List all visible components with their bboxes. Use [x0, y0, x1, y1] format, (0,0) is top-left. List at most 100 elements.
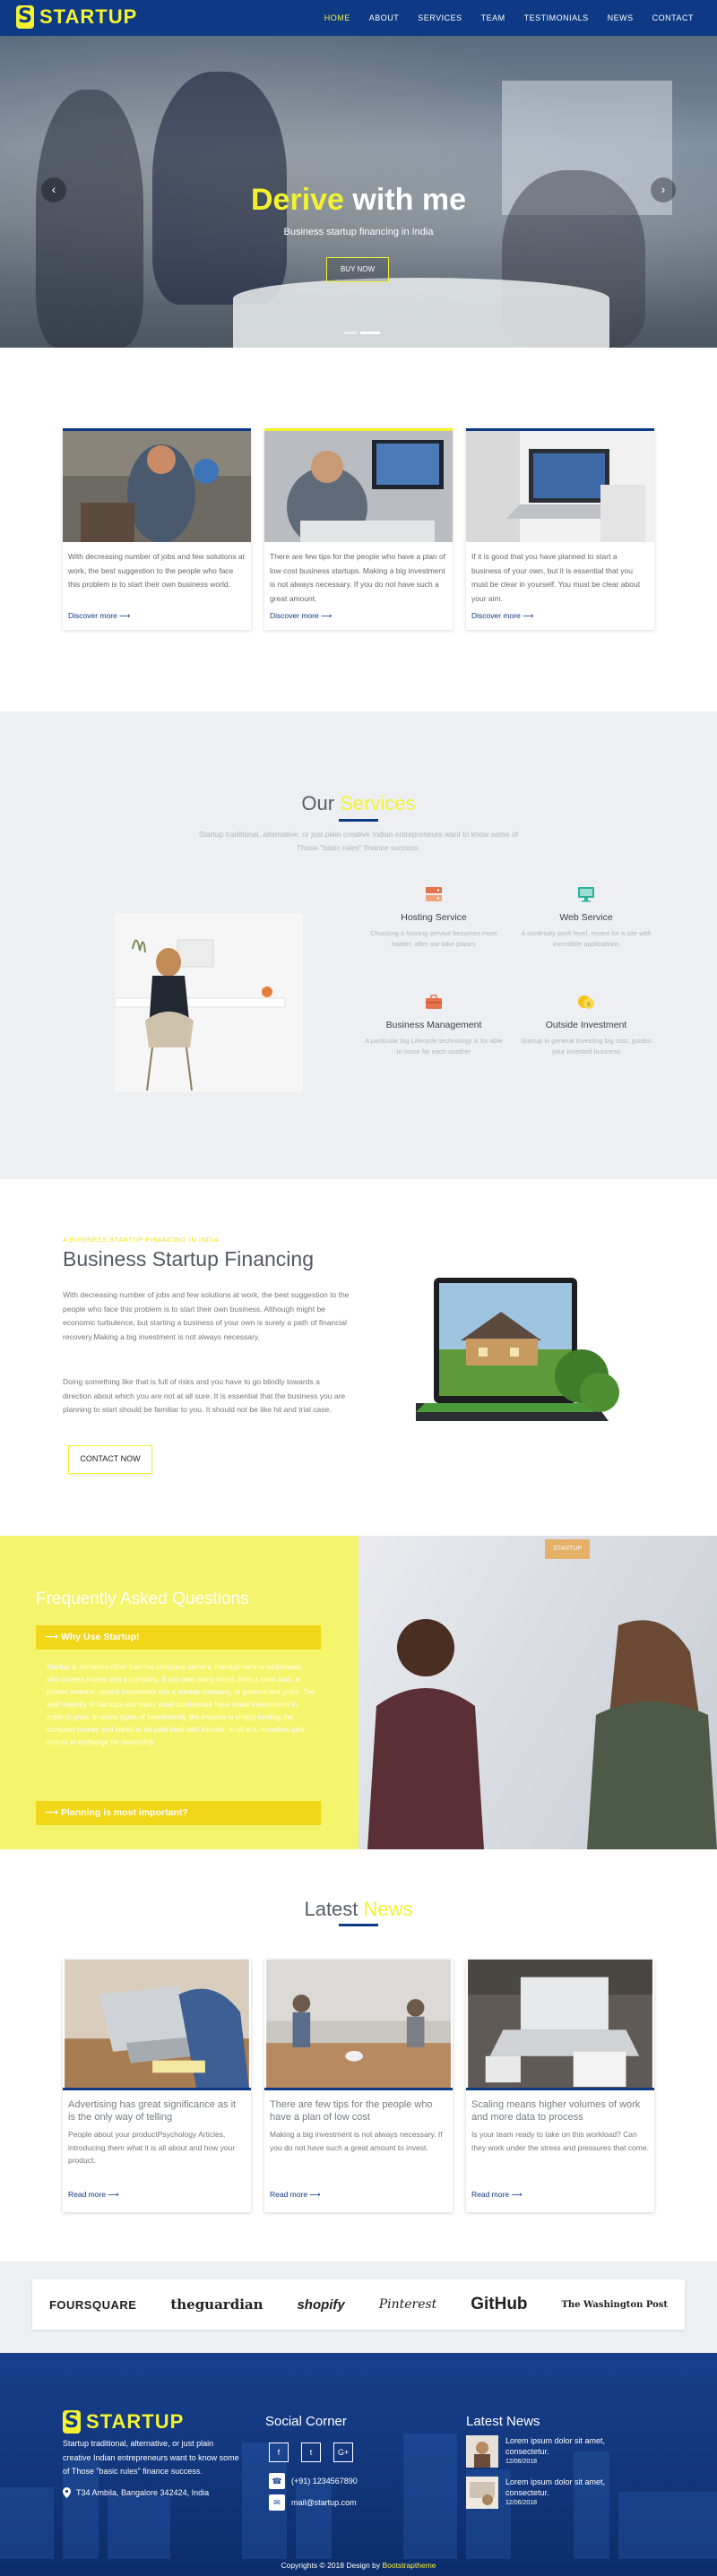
hero-title: Derive with me: [0, 183, 717, 218]
slide-dot-active[interactable]: [360, 332, 380, 334]
news-card-title[interactable]: Scaling means higher volumes of work and…: [466, 2090, 654, 2124]
hero-slider: Derive with me Business startup financin…: [0, 36, 717, 348]
discover-more-link[interactable]: Discover more ⟶: [63, 607, 251, 630]
svg-text:$: $: [587, 1001, 591, 1008]
read-more-link[interactable]: Read more ⟶: [270, 2190, 321, 2200]
footer-about: Startup traditional, alternative, or jus…: [63, 2439, 239, 2476]
services-heading-plain: Our: [301, 792, 341, 814]
nav-team[interactable]: TEAM: [481, 13, 505, 22]
nav-news[interactable]: NEWS: [608, 13, 634, 22]
feature-card: There are few tips for the people who ha…: [264, 428, 453, 630]
footer-phone: ☎ (+91) 1234567890: [269, 2473, 358, 2489]
news-card-text: Is your team ready to take on this workl…: [471, 2130, 649, 2152]
logo-mark: S: [16, 5, 34, 29]
laptop-house-image: [416, 1278, 619, 1421]
footer-news-heading: Latest News: [466, 2414, 540, 2429]
service-outside-investment: $ Outside Investment Startup in general …: [514, 994, 658, 1057]
copyright-brand-link[interactable]: Bootstraptheme: [383, 2561, 436, 2570]
slide-dot[interactable]: [344, 332, 357, 334]
brand-washington-post[interactable]: The Washington Post: [561, 2300, 668, 2310]
discover-more-link[interactable]: Discover more ⟶: [264, 607, 453, 630]
service-desc: A particular big Lifecycle technology is…: [365, 1037, 503, 1055]
twitter-icon[interactable]: t: [301, 2442, 321, 2462]
news-card-title[interactable]: There are few tips for the people who ha…: [264, 2090, 453, 2124]
brand-shopify[interactable]: shopify: [297, 2297, 344, 2313]
news-card-title[interactable]: Advertising has great significance as it…: [63, 2090, 251, 2124]
footer-phone-text: (+91) 1234567890: [291, 2477, 358, 2486]
brand-guardian[interactable]: theguardian: [170, 2296, 263, 2313]
brand-github[interactable]: GitHub: [471, 2295, 527, 2314]
nav-home[interactable]: HOME: [324, 13, 350, 22]
briefcase-icon: [426, 995, 442, 1009]
facebook-icon[interactable]: f: [269, 2442, 289, 2462]
news-card-text: People about your productPsychology Arti…: [68, 2130, 236, 2165]
footer-news-thumb: [466, 2477, 498, 2509]
read-more-link[interactable]: Read more ⟶: [471, 2190, 523, 2200]
mail-icon: ✉: [269, 2494, 285, 2511]
service-web: Web Service A continuity work level, rec…: [514, 886, 658, 950]
services-heading-highlight: Services: [340, 792, 416, 814]
news-card-text: Making a big investment is not always ne…: [270, 2130, 443, 2152]
site-header: S STARTUP HOME ABOUT SERVICES TEAM TESTI…: [0, 0, 717, 36]
faq-question-planning[interactable]: ⟶ Planning is most important?: [36, 1801, 321, 1825]
brand-logos-bar: FOURSQUARE theguardian shopify Pinterest…: [32, 2279, 685, 2330]
feature-card: If it is good that you have planned to s…: [466, 428, 654, 630]
service-title: Business Management: [385, 1020, 482, 1030]
nav-services[interactable]: SERVICES: [418, 13, 462, 22]
hero-table: [233, 278, 609, 348]
brand-foursquare[interactable]: FOURSQUARE: [49, 2298, 136, 2312]
footer-email-text: mail@startup.com: [291, 2498, 357, 2507]
service-title: Hosting Service: [401, 912, 467, 923]
google-plus-icon[interactable]: G+: [333, 2442, 353, 2462]
faq-section: Frequently Asked Questions ⟶ Why Use Sta…: [0, 1536, 717, 1849]
feature-cards-section: With decreasing number of jobs and few s…: [0, 348, 717, 711]
faq-question-why-use-startup[interactable]: ⟶ Why Use Startup!: [36, 1625, 321, 1650]
footer-news-item[interactable]: Lorem ipsum dolor sit amet, consectetur.…: [466, 2435, 631, 2468]
site-logo[interactable]: S STARTUP: [16, 5, 137, 29]
service-business-management: Business Management A particular big Lif…: [362, 994, 505, 1057]
read-more-link[interactable]: Read more ⟶: [68, 2190, 119, 2200]
faq-image-meeting: [358, 1536, 717, 1849]
footer-address-text: T34 Ambila, Bangalore 342424, India: [76, 2488, 210, 2497]
news-card: Scaling means higher volumes of work and…: [466, 1960, 654, 2212]
service-title: Web Service: [559, 912, 613, 923]
monitor-icon: [578, 887, 594, 902]
nav-testimonials[interactable]: TESTIMONIALS: [524, 13, 589, 22]
nav-contact[interactable]: CONTACT: [652, 13, 694, 22]
hero-subtitle: Business startup financing in India: [283, 227, 434, 237]
footer-logo-text: STARTUP: [86, 2410, 185, 2433]
nav-about[interactable]: ABOUT: [369, 13, 400, 22]
business-title: Business Startup Financing: [63, 1247, 314, 1271]
service-title: Outside Investment: [545, 1020, 627, 1030]
services-section: Our Services Startup traditional, altern…: [0, 711, 717, 1179]
service-desc: Choosing a hosting service becomes more …: [370, 929, 497, 948]
footer-logo[interactable]: S STARTUP: [63, 2410, 184, 2434]
card-image-workshop: [63, 431, 251, 542]
footer-news-title: Lorem ipsum dolor sit amet, consectetur.: [505, 2436, 606, 2456]
footer-news-item[interactable]: Lorem ipsum dolor sit amet, consectetur.…: [466, 2477, 631, 2509]
brand-pinterest[interactable]: Pinterest: [379, 2297, 437, 2312]
news-section: Latest News Advertising has great signif…: [0, 1849, 717, 2262]
social-corner-heading: Social Corner: [265, 2414, 347, 2429]
next-slide-icon[interactable]: ›: [651, 177, 676, 202]
business-section: A BUSINESS STARTUP FINANCING IN INDIA Bu…: [0, 1179, 717, 1536]
footer-email[interactable]: ✉ mail@startup.com: [269, 2494, 357, 2511]
contact-now-button[interactable]: CONTACT NOW: [68, 1445, 152, 1474]
news-card: Advertising has great significance as it…: [63, 1960, 251, 2212]
heading-underline: [339, 819, 378, 822]
business-paragraph: With decreasing number of jobs and few s…: [63, 1290, 350, 1341]
services-heading: Our Services: [0, 792, 717, 815]
footer-news-title: Lorem ipsum dolor sit amet, consectetur.: [505, 2477, 606, 2497]
logo-text: STARTUP: [39, 5, 138, 28]
discover-more-link[interactable]: Discover more ⟶: [466, 607, 654, 630]
faq-panel: Frequently Asked Questions ⟶ Why Use Sta…: [0, 1536, 358, 1849]
footer-news-date: 12/06/2018: [505, 2500, 538, 2506]
location-pin-icon: [63, 2487, 71, 2498]
card-image-laptop: [466, 431, 654, 542]
prev-slide-icon[interactable]: ‹: [41, 177, 66, 202]
phone-icon: ☎: [269, 2473, 285, 2489]
brands-section: FOURSQUARE theguardian shopify Pinterest…: [0, 2262, 717, 2353]
buy-now-button[interactable]: BUY NOW: [326, 257, 389, 282]
heading-underline: [339, 1924, 378, 1926]
server-icon: [426, 887, 442, 901]
